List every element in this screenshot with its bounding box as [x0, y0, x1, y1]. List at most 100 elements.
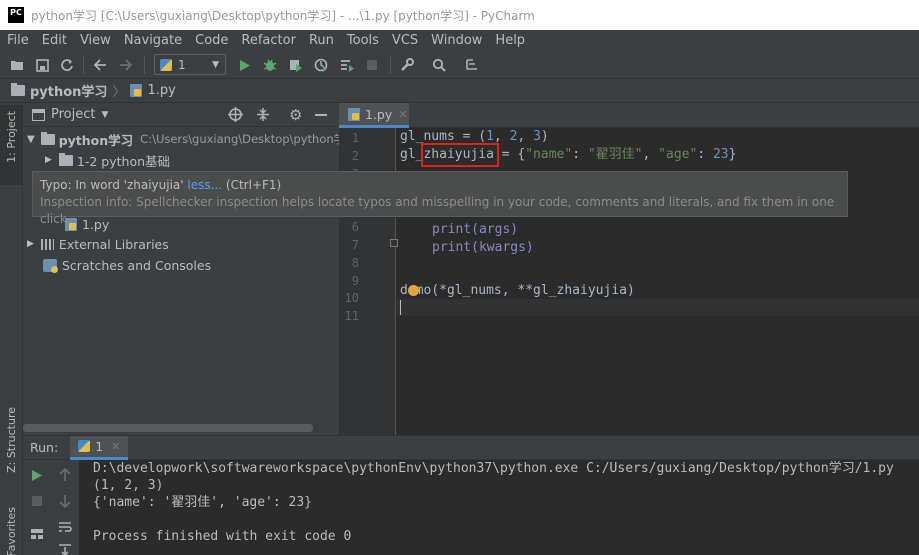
- run-panel-header: Run: 1 ✕: [23, 435, 919, 460]
- menu-file[interactable]: File: [0, 33, 35, 48]
- tooltip-inspection-info: Inspection info: Spellchecker inspection…: [40, 195, 835, 226]
- intention-bulb-icon[interactable]: [408, 285, 419, 296]
- current-line-highlight: [397, 299, 919, 316]
- run-tab-label: 1: [95, 438, 104, 454]
- project-view-icon: [32, 108, 45, 121]
- save-icon[interactable]: [33, 56, 51, 74]
- tree-external-libraries-label: External Libraries: [58, 236, 169, 252]
- line-number: 10: [344, 291, 359, 305]
- close-icon[interactable]: ✕: [398, 108, 407, 121]
- arrow-up-icon[interactable]: [56, 466, 74, 484]
- open-folder-icon[interactable]: [8, 56, 26, 74]
- soft-wrap-icon[interactable]: [56, 518, 74, 536]
- run-configuration-value: 1: [178, 57, 186, 72]
- stop-icon[interactable]: [28, 492, 46, 510]
- run-coverage-icon[interactable]: [287, 56, 305, 74]
- line-number: 9: [351, 274, 359, 288]
- project-view-select[interactable]: Project: [51, 107, 95, 122]
- run-panel: Run: 1 ✕ D:\developwork\softwareworkspac…: [23, 435, 919, 555]
- minimize-icon[interactable]: [315, 114, 327, 116]
- breadcrumb-project[interactable]: python学习: [30, 81, 107, 100]
- project-tool-tab[interactable]: 1: Project: [5, 111, 18, 163]
- expanded-arrow-icon: ▼: [27, 133, 35, 145]
- folder-icon: [11, 83, 25, 96]
- menu-help[interactable]: Help: [488, 33, 531, 48]
- locate-crosshair-icon[interactable]: [228, 107, 243, 126]
- code-line-10[interactable]: demo(*gl_nums, **gl_zhaiyujia): [400, 282, 635, 299]
- tree-folder-label: 1-2 python基础: [76, 153, 171, 169]
- line-number: 1: [351, 131, 359, 145]
- menu-refactor[interactable]: Refactor: [234, 33, 302, 48]
- tooltip-less-link[interactable]: less...: [187, 178, 222, 192]
- layout-icon[interactable]: [28, 525, 46, 543]
- console-line: D:\developwork\softwareworkspace\pythonE…: [93, 461, 894, 476]
- line-number: 11: [344, 309, 359, 323]
- menu-run[interactable]: Run: [302, 33, 340, 48]
- back-arrow-icon[interactable]: [91, 56, 109, 74]
- menu-navigate[interactable]: Navigate: [117, 33, 188, 48]
- scratches-icon: [43, 258, 58, 273]
- tree-scratches[interactable]: Scratches and Consoles: [43, 255, 211, 275]
- run-label: Run:: [30, 440, 59, 455]
- rerun-icon[interactable]: [28, 466, 46, 484]
- run-toolbar: [23, 460, 79, 555]
- debug-bug-icon[interactable]: [261, 56, 279, 74]
- settings-wrench-icon[interactable]: [398, 56, 416, 74]
- arrow-down-icon[interactable]: [56, 492, 74, 510]
- breadcrumb-file[interactable]: 1.py: [147, 83, 175, 98]
- navigation-bar: python学习 〉 1.py: [0, 79, 919, 103]
- typo-highlight-box: [421, 143, 499, 167]
- chevron-down-icon: ▼: [212, 59, 219, 70]
- editor-tab-1py[interactable]: 1.py ✕: [339, 103, 409, 128]
- library-icon: [40, 238, 54, 250]
- collapse-all-icon[interactable]: [256, 107, 270, 126]
- tree-folder-item[interactable]: ▶ 1-2 python基础: [45, 150, 170, 170]
- horizontal-scrollbar[interactable]: [23, 424, 313, 432]
- forward-arrow-icon[interactable]: [117, 56, 135, 74]
- run-configuration-select[interactable]: 1 ▼: [154, 54, 226, 75]
- menu-edit[interactable]: Edit: [35, 33, 73, 48]
- window-title: python学习 [C:\Users\guxiang\Desktop\pytho…: [31, 8, 535, 23]
- gear-icon[interactable]: ⚙: [289, 106, 302, 124]
- tree-scratches-label: Scratches and Consoles: [62, 257, 212, 273]
- project-panel-header: Project ▼ ⚙: [23, 103, 339, 127]
- editor-tab-label: 1.py: [365, 106, 393, 122]
- run-concurrency-icon[interactable]: [338, 56, 356, 74]
- tooltip-line-1: Typo: In word 'zhaiyujia' less... (Ctrl+…: [40, 177, 840, 194]
- folder-icon: [58, 152, 73, 166]
- scroll-to-end-icon[interactable]: [56, 540, 74, 555]
- left-tool-stripe: 1: Project Z: Structure Favorites: [0, 103, 23, 555]
- tooltip-shortcut: (Ctrl+F1): [225, 178, 282, 192]
- inspection-tooltip: Typo: In word 'zhaiyujia' less... (Ctrl+…: [32, 171, 848, 226]
- breadcrumb-separator-icon: 〉: [112, 85, 126, 100]
- tree-external-libraries[interactable]: ▶ External Libraries: [27, 234, 169, 254]
- profile-icon[interactable]: [312, 56, 330, 74]
- fold-marker-icon: [390, 239, 398, 247]
- main-toolbar: 1 ▼: [0, 51, 919, 79]
- menu-view[interactable]: View: [73, 33, 117, 48]
- title-bar: PC python学习 [C:\Users\guxiang\Desktop\py…: [0, 0, 919, 30]
- tree-root[interactable]: ▼ python学习 C:\Users\guxiang\Desktop\pyth…: [27, 129, 357, 149]
- pycharm-logo-icon: PC: [8, 7, 24, 23]
- menu-code[interactable]: Code: [188, 33, 234, 48]
- menu-window[interactable]: Window: [424, 33, 488, 48]
- structure-tool-tab[interactable]: Z: Structure: [5, 407, 18, 473]
- line-number: 7: [351, 238, 359, 252]
- collapsed-arrow-icon: ▶: [27, 239, 34, 249]
- menu-tools[interactable]: Tools: [340, 33, 385, 48]
- structure-tree-icon[interactable]: [463, 56, 481, 74]
- close-icon[interactable]: ✕: [111, 440, 120, 453]
- folder-icon: [40, 131, 55, 145]
- sync-icon[interactable]: [58, 56, 76, 74]
- stop-icon[interactable]: [363, 56, 381, 74]
- menu-bar: File Edit View Navigate Code Refactor Ru…: [0, 30, 919, 51]
- favorites-tool-tab[interactable]: Favorites: [5, 507, 18, 555]
- code-line-7[interactable]: print(kwargs): [432, 239, 534, 256]
- run-tab[interactable]: 1 ✕: [70, 435, 129, 460]
- chevron-down-icon[interactable]: ▼: [101, 110, 108, 120]
- collapsed-arrow-icon: ▶: [45, 155, 52, 165]
- search-icon[interactable]: [430, 56, 448, 74]
- run-icon[interactable]: [236, 56, 254, 74]
- menu-vcs[interactable]: VCS: [385, 33, 424, 48]
- text-cursor: [400, 300, 401, 315]
